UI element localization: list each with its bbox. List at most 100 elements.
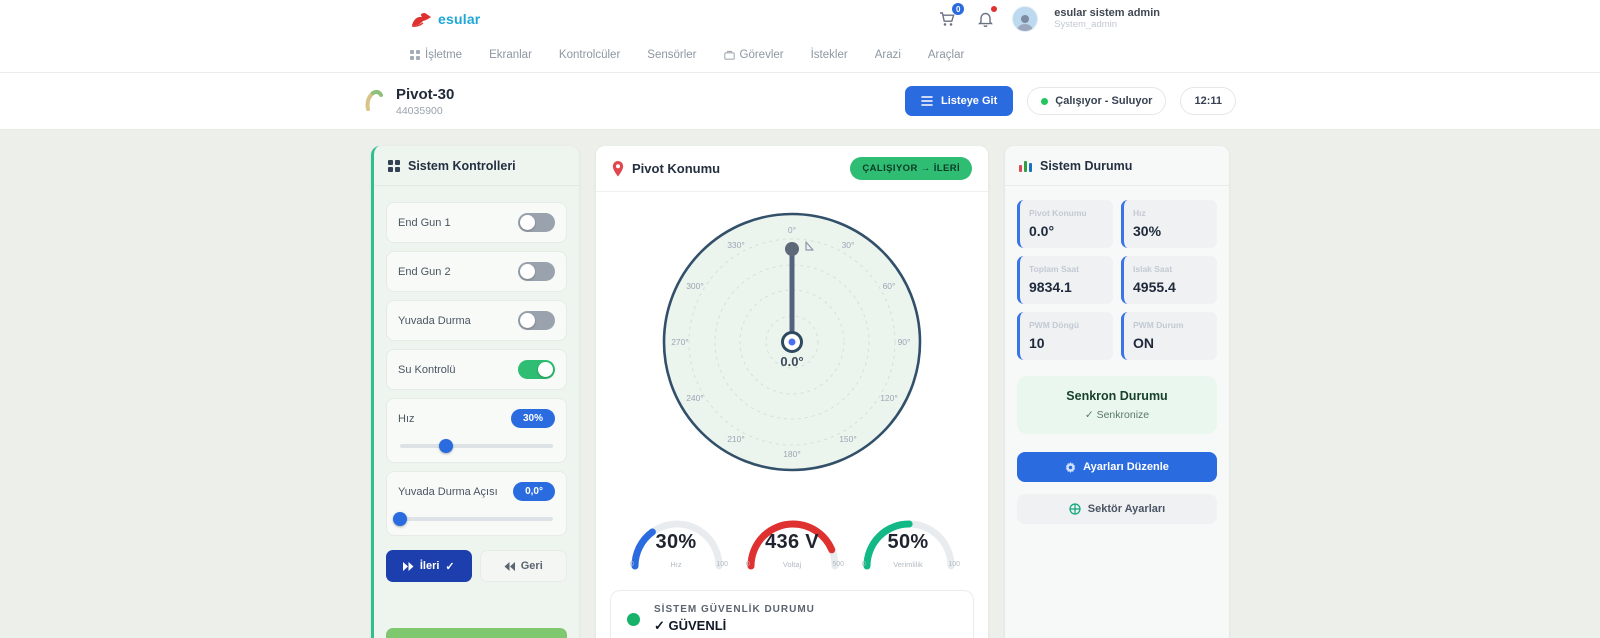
nav-item-araclar[interactable]: Araçlar — [928, 49, 964, 61]
gauge-min: 0 — [630, 561, 634, 568]
slider-label: Yuvada Durma Açısı — [398, 486, 498, 498]
edit-settings-button[interactable]: Ayarları Düzenle — [1017, 452, 1217, 482]
sync-value: ✓ Senkronize — [1027, 409, 1207, 421]
bar-chart-icon — [1019, 159, 1032, 172]
endgun1-toggle[interactable] — [518, 213, 555, 232]
svg-text:210°: 210° — [727, 434, 745, 444]
start-button[interactable]: Başlat — [386, 628, 567, 638]
gauge-min: 0 — [746, 561, 750, 568]
stat-total-hours: Toplam Saat 9834.1 — [1017, 256, 1113, 304]
rewind-icon — [504, 562, 515, 571]
svg-text:240°: 240° — [686, 393, 704, 403]
user-name: esular sistem admin — [1054, 7, 1160, 20]
stats-grid: Pivot Konumu 0.0° Hız 30% Toplam Saat 98… — [1017, 200, 1217, 360]
horse-logo-icon — [410, 11, 434, 28]
sync-status-box: Senkron Durumu ✓ Senkronize — [1017, 376, 1217, 434]
slider-thumb[interactable] — [439, 439, 453, 453]
compass-center — [783, 333, 802, 352]
page-title: Pivot-30 — [396, 86, 454, 103]
gauge-max: 100 — [716, 561, 728, 568]
status-dot — [1041, 98, 1048, 105]
gauge-max: 500 — [832, 561, 844, 568]
forward-button[interactable]: İleri ✓ — [386, 550, 472, 582]
fast-forward-icon — [403, 562, 414, 571]
system-status-panel: Sistem Durumu Pivot Konumu 0.0° Hız 30% … — [1005, 146, 1229, 638]
current-angle-value: 0.0° — [780, 354, 803, 369]
page-titlebar: Pivot-30 44035900 Listeye Git Çalışıyor … — [0, 73, 1600, 130]
run-status-pill: Çalışıyor - Suluyor — [1027, 87, 1166, 115]
security-status-card: SİSTEM GÜVENLİK DURUMU ✓ GÜVENLİ — [610, 590, 974, 638]
speed-slider-row: Hız 30% — [386, 398, 567, 463]
stat-wet-hours: Islak Saat 4955.4 — [1121, 256, 1217, 304]
nav-item-isletme[interactable]: İşletme — [410, 49, 462, 61]
svg-text:120°: 120° — [880, 393, 898, 403]
svg-text:330°: 330° — [727, 240, 745, 250]
avatar[interactable] — [1012, 6, 1038, 32]
gauge-max: 100 — [948, 561, 960, 568]
nav-label: Araçlar — [928, 49, 964, 61]
gauge-value: 30% — [618, 531, 734, 554]
svg-text:150°: 150° — [839, 434, 857, 444]
back-button[interactable]: Geri — [480, 550, 568, 582]
nav-label: Ekranlar — [489, 49, 532, 61]
sector-settings-button[interactable]: Sektör Ayarları — [1017, 494, 1217, 524]
grid-icon — [410, 50, 420, 60]
panel-title: Pivot Konumu — [632, 161, 720, 176]
brand-logo[interactable]: esular — [364, 11, 480, 28]
toggle-label: Su Kontrolü — [398, 364, 455, 376]
notification-dot — [991, 6, 997, 12]
slider-label: Hız — [398, 413, 415, 425]
svg-text:270°: 270° — [671, 337, 689, 347]
nav-label: Görevler — [740, 49, 784, 61]
nav-item-arazi[interactable]: Arazi — [875, 49, 901, 61]
cart-count-badge: 0 — [952, 3, 964, 15]
nav-label: Arazi — [875, 49, 901, 61]
security-status-dot — [627, 613, 640, 626]
sector-pie-icon — [1069, 503, 1081, 515]
endgun1-row: End Gun 1 — [386, 202, 567, 243]
nav-label: Sensörler — [647, 49, 696, 61]
nav-item-kontrolculer[interactable]: Kontrolcüler — [559, 49, 620, 61]
speed-slider[interactable] — [400, 444, 553, 448]
stat-speed: Hız 30% — [1121, 200, 1217, 248]
cart-button[interactable]: 0 — [936, 8, 958, 30]
go-to-list-button[interactable]: Listeye Git — [905, 86, 1013, 116]
time-pill: 12:11 — [1180, 87, 1236, 115]
brand-logo-text: esular — [438, 11, 480, 27]
user-role: System_admin — [1054, 20, 1160, 31]
endgun2-row: End Gun 2 — [386, 251, 567, 292]
water-control-row: Su Kontrolü — [386, 349, 567, 390]
svg-text:30°: 30° — [842, 240, 855, 250]
hamburger-icon — [921, 96, 933, 106]
speed-value-badge: 30% — [511, 409, 555, 428]
park-stop-toggle[interactable] — [518, 311, 555, 330]
user-menu[interactable]: esular sistem admin System_admin — [1054, 7, 1160, 31]
top-header: esular 0 — [0, 0, 1600, 38]
gauge-value: 436 V — [734, 531, 850, 554]
briefcase-icon — [724, 50, 735, 60]
nav-item-ekranlar[interactable]: Ekranlar — [489, 49, 532, 61]
security-value: ✓ GÜVENLİ — [654, 618, 815, 634]
notifications-button[interactable] — [974, 8, 996, 30]
endgun2-toggle[interactable] — [518, 262, 555, 281]
nav-label: Kontrolcüler — [559, 49, 620, 61]
stat-pivot-position: Pivot Konumu 0.0° — [1017, 200, 1113, 248]
efficiency-gauge: 50% Verimlilik 0 100 — [850, 502, 966, 576]
security-label: SİSTEM GÜVENLİK DURUMU — [654, 604, 815, 615]
toggle-label: Yuvada Durma — [398, 315, 471, 327]
park-angle-slider[interactable] — [400, 517, 553, 521]
bell-icon — [978, 11, 993, 27]
main-content: Sistem Kontrolleri End Gun 1 End Gun 2 Y… — [0, 130, 1600, 638]
gauge-min: 0 — [862, 561, 866, 568]
svg-text:180°: 180° — [783, 449, 801, 459]
main-nav: İşletme Ekranlar Kontrolcüler Sensörler … — [0, 38, 1600, 73]
map-pin-icon — [612, 161, 624, 177]
nav-item-istekler[interactable]: İstekler — [811, 49, 848, 61]
water-control-toggle[interactable] — [518, 360, 555, 379]
nav-item-gorevler[interactable]: Görevler — [724, 49, 784, 61]
park-angle-value-badge: 0,0° — [513, 482, 555, 501]
pivot-compass: 0°30°60°90°120°150°180°210°240°270°300°3… — [610, 192, 974, 500]
slider-thumb[interactable] — [393, 512, 407, 526]
running-direction-badge: ÇALIŞIYOR → İLERİ — [850, 157, 972, 180]
nav-item-sensorler[interactable]: Sensörler — [647, 49, 696, 61]
